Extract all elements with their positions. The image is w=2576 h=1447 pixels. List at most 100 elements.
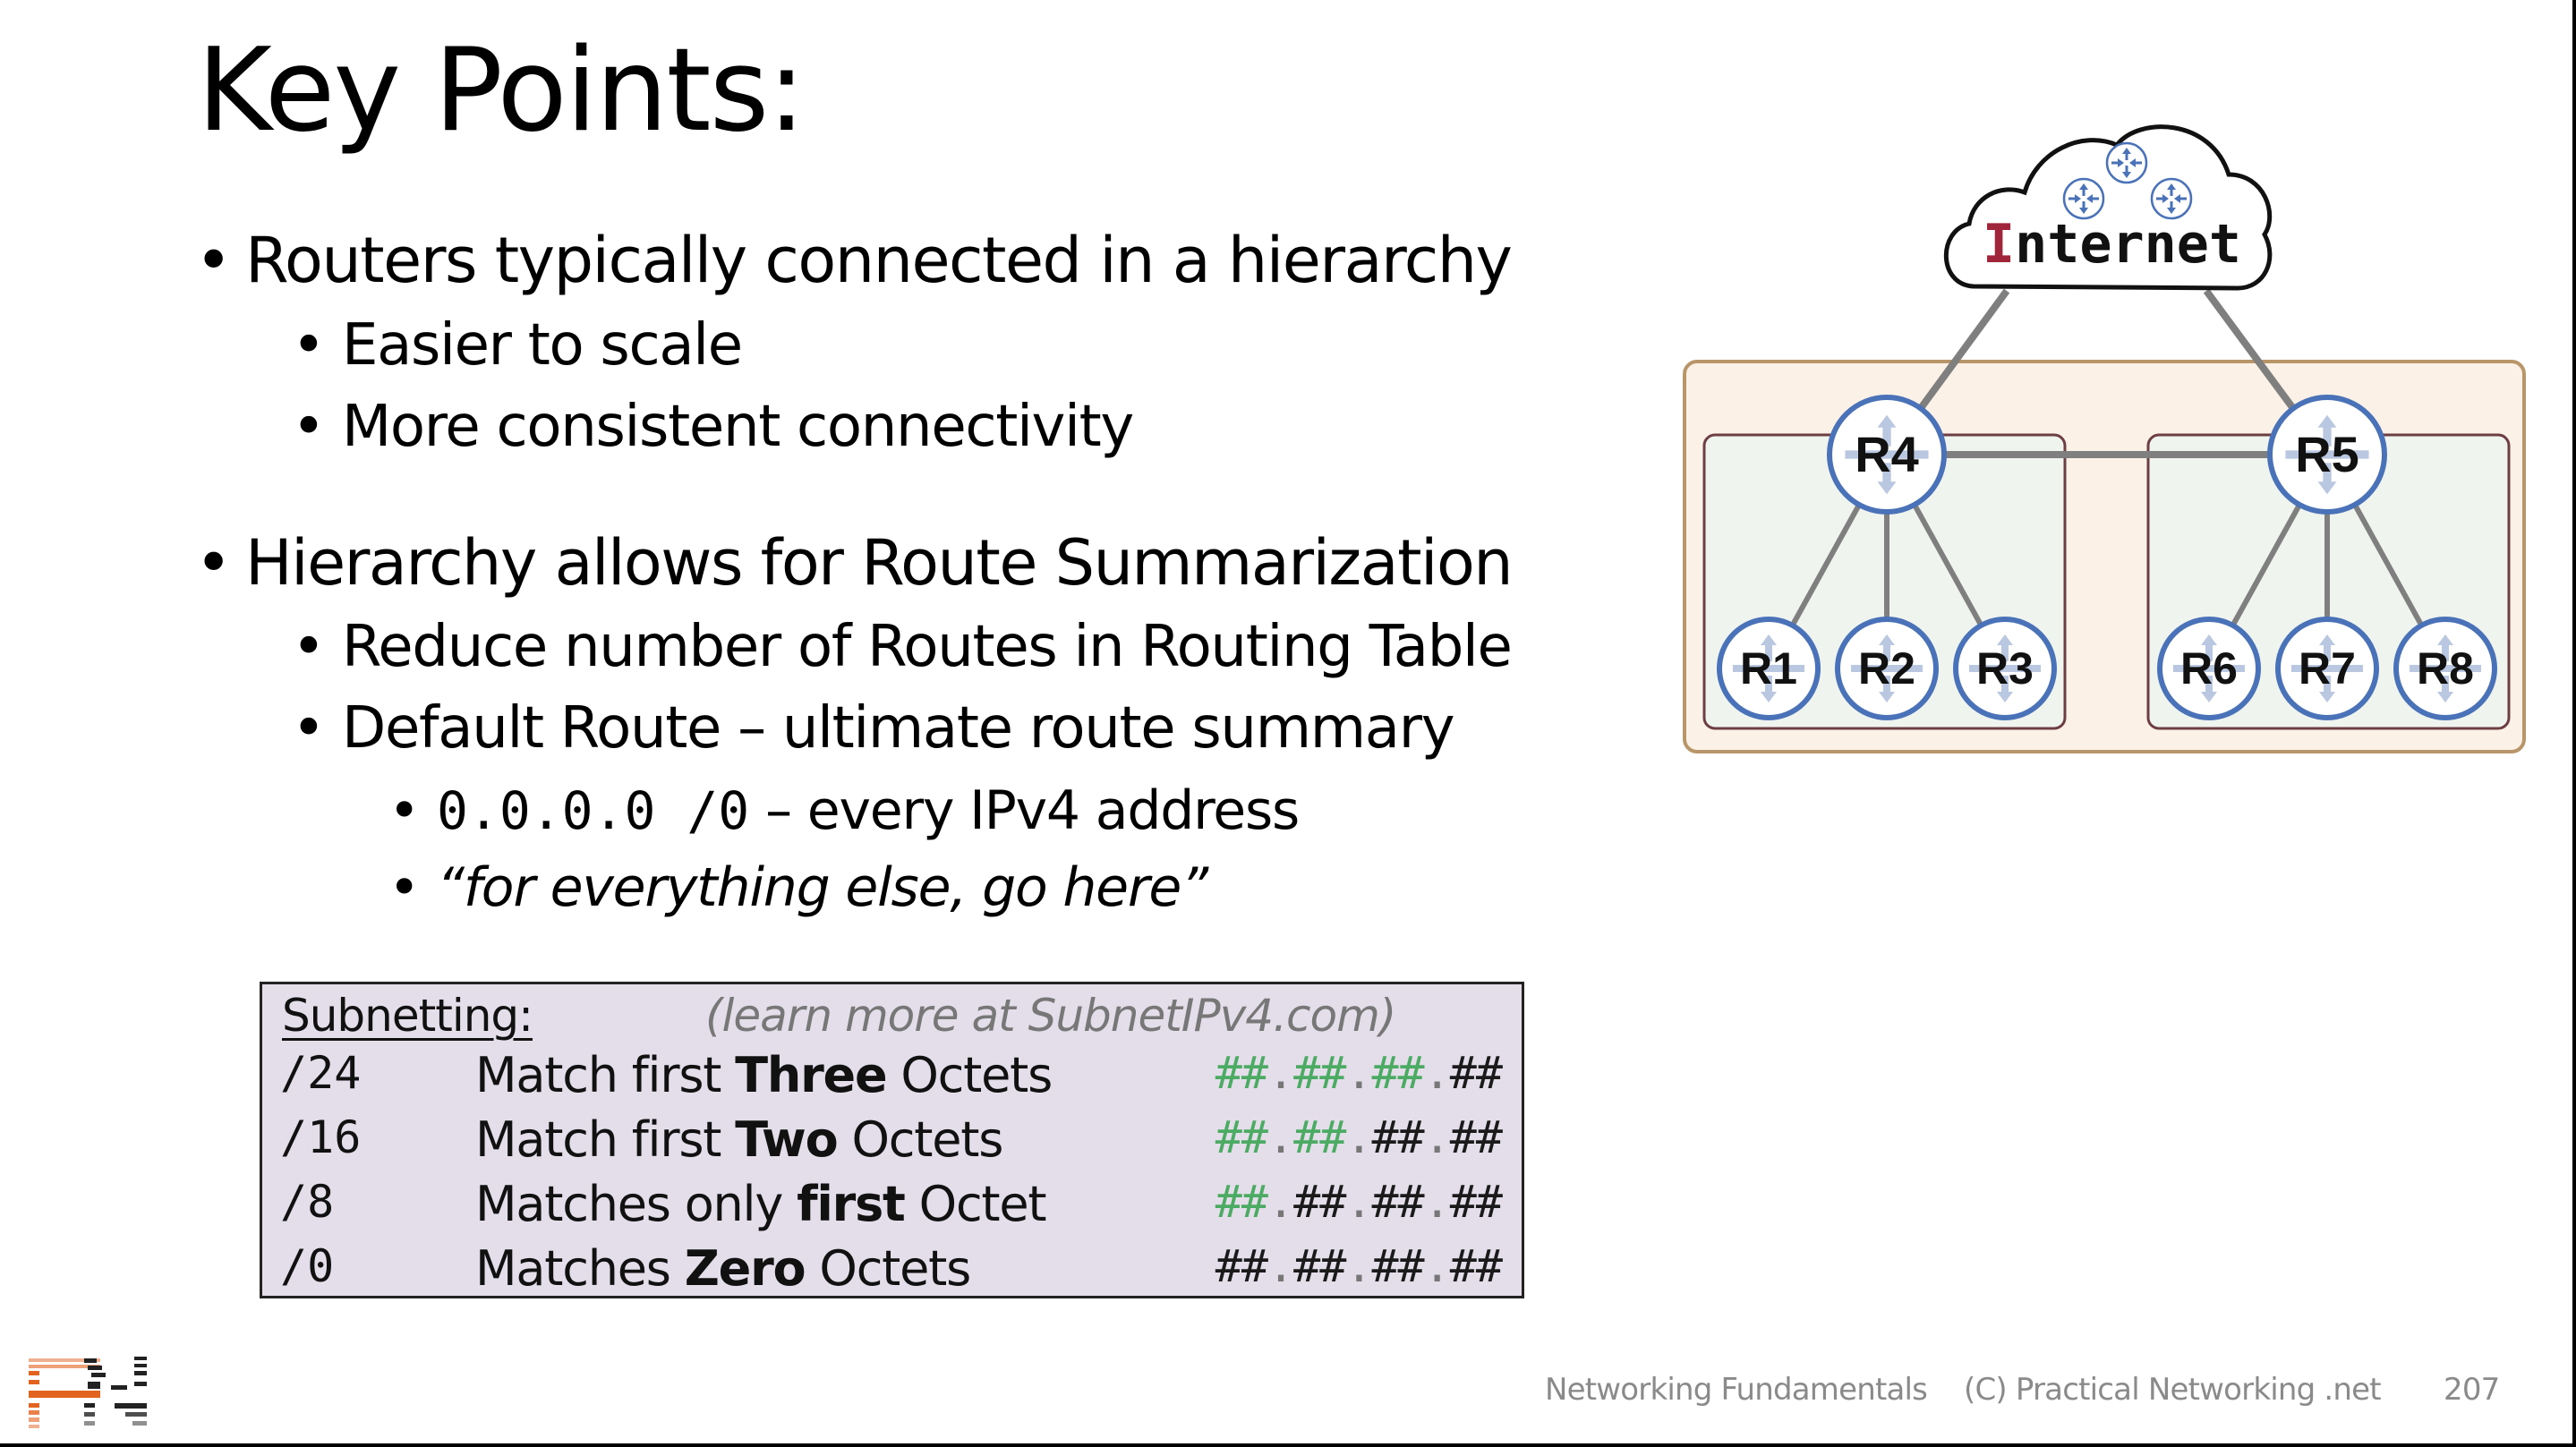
octet-pattern: ##.##.##.## bbox=[1215, 1111, 1503, 1163]
link-r5-r8 bbox=[2324, 453, 2448, 670]
router-arrows-icon bbox=[1969, 634, 2041, 702]
link-internet-r4 bbox=[1883, 288, 2010, 457]
cidr-prefix: /24 bbox=[280, 1047, 362, 1099]
router-label: R1 bbox=[1740, 643, 1797, 694]
octet-separator: . bbox=[1423, 1240, 1451, 1292]
octet-unmatched: ## bbox=[1371, 1240, 1424, 1292]
router-label: R5 bbox=[2295, 426, 2359, 482]
bullet-dot-icon: • bbox=[388, 856, 420, 919]
router-r2[interactable]: R2 bbox=[1835, 617, 1939, 720]
bullet-text: More consistent connectivity bbox=[342, 394, 1134, 460]
router-label: R6 bbox=[2180, 643, 2238, 694]
octet-unmatched: ## bbox=[1293, 1176, 1346, 1228]
bullet-item: • Hierarchy allows for Route Summarizati… bbox=[195, 526, 1514, 600]
router-r6[interactable]: R6 bbox=[2157, 617, 2261, 720]
bullet-text: Easier to scale bbox=[342, 312, 743, 379]
octet-pattern: ##.##.##.## bbox=[1215, 1240, 1503, 1292]
bullet-dot-icon: • bbox=[292, 614, 326, 680]
octet-unmatched: ## bbox=[1449, 1176, 1503, 1228]
bullet-item: • Easier to scale bbox=[292, 312, 743, 379]
octet-matched: ## bbox=[1371, 1047, 1424, 1099]
router-label: R2 bbox=[1858, 643, 1915, 694]
match-description: Matches Zero Octets bbox=[475, 1240, 971, 1297]
footer-copyright: (C) Practical Networking .net bbox=[1964, 1372, 2382, 1408]
router-icon bbox=[1717, 617, 1821, 720]
router-icon bbox=[2267, 395, 2387, 515]
footer-course-name: Networking Fundamentals bbox=[1545, 1372, 1928, 1408]
router-r5[interactable]: R5 bbox=[2267, 395, 2387, 515]
bullet-text: Hierarchy allows for Route Summarization bbox=[245, 526, 1514, 600]
router-r3[interactable]: R3 bbox=[1953, 617, 2057, 720]
router-r4[interactable]: R4 bbox=[1827, 395, 1947, 515]
svg-text:Internet: Internet bbox=[1983, 213, 2241, 276]
match-emphasis: Three bbox=[735, 1047, 887, 1103]
octet-separator: . bbox=[1345, 1047, 1372, 1099]
subnet-row: /24 Match first Three Octets ##.##.##.## bbox=[262, 1047, 1522, 1110]
cidr-prefix: /0 bbox=[280, 1240, 335, 1292]
octet-matched: ## bbox=[1293, 1111, 1346, 1163]
router-arrows-icon bbox=[1851, 634, 1923, 702]
octet-unmatched: ## bbox=[1371, 1111, 1424, 1163]
router-arrows-icon bbox=[2285, 414, 2369, 495]
bullet-text: Reduce number of Routes in Routing Table bbox=[342, 614, 1513, 680]
octet-separator: . bbox=[1345, 1176, 1372, 1228]
cidr-prefix: /16 bbox=[280, 1111, 362, 1163]
octet-unmatched: ## bbox=[1449, 1111, 1503, 1163]
match-emphasis: Zero bbox=[684, 1240, 806, 1297]
octet-separator: . bbox=[1423, 1176, 1451, 1228]
match-emphasis: Two bbox=[735, 1111, 839, 1168]
octet-matched: ## bbox=[1293, 1047, 1346, 1099]
internet-cloud: Internet bbox=[1943, 124, 2273, 291]
bullet-dot-icon: • bbox=[195, 526, 232, 600]
router-r8[interactable]: R8 bbox=[2393, 617, 2497, 720]
bullet-item: • 0.0.0.0 /0 – every IPv4 address bbox=[388, 784, 1300, 838]
octet-unmatched: ## bbox=[1449, 1240, 1503, 1292]
router-icon bbox=[2157, 617, 2261, 720]
subnet-row: /0 Matches Zero Octets ##.##.##.## bbox=[262, 1240, 1522, 1303]
router-arrows-icon bbox=[1733, 634, 1804, 702]
cloud-router-icon bbox=[2105, 141, 2148, 184]
router-r7[interactable]: R7 bbox=[2275, 617, 2379, 720]
router-icon bbox=[1835, 617, 1939, 720]
router-arrows-icon bbox=[1845, 414, 1929, 495]
octet-matched: ## bbox=[1215, 1111, 1268, 1163]
cidr-prefix: /8 bbox=[280, 1176, 335, 1228]
octet-unmatched: ## bbox=[1371, 1176, 1424, 1228]
bullet-dot-icon: • bbox=[292, 695, 326, 762]
router-icon bbox=[2393, 617, 2497, 720]
octet-separator: . bbox=[1267, 1111, 1294, 1163]
subnet-row: /8 Matches only first Octet ##.##.##.## bbox=[262, 1176, 1522, 1238]
octet-separator: . bbox=[1423, 1111, 1451, 1163]
octet-matched: ## bbox=[1215, 1176, 1268, 1228]
octet-pattern: ##.##.##.## bbox=[1215, 1047, 1503, 1099]
practical-networking-logo bbox=[29, 1357, 147, 1428]
bullet-dot-icon: • bbox=[292, 312, 326, 379]
octet-separator: . bbox=[1345, 1240, 1372, 1292]
router-label: R4 bbox=[1855, 426, 1919, 482]
cloud-shape bbox=[1943, 124, 2273, 291]
cloud-router-icon bbox=[2062, 177, 2105, 220]
slide-title: Key Points: bbox=[197, 24, 806, 157]
bullet-item: • Default Route – ultimate route summary bbox=[292, 695, 1455, 762]
link-r4-r1 bbox=[1766, 453, 1889, 670]
bullet-item: • Routers typically connected in a hiera… bbox=[195, 224, 1513, 297]
router-r1[interactable]: R1 bbox=[1717, 617, 1821, 720]
octet-matched: ## bbox=[1215, 1047, 1268, 1099]
match-description: Match first Three Octets bbox=[475, 1047, 1053, 1103]
link-r5-r6 bbox=[2206, 453, 2330, 670]
router-icon bbox=[2275, 617, 2379, 720]
router-label: R7 bbox=[2299, 643, 2356, 694]
octet-pattern: ##.##.##.## bbox=[1215, 1176, 1503, 1228]
octet-unmatched: ## bbox=[1215, 1240, 1268, 1292]
bullet-text: – every IPv4 address bbox=[749, 779, 1300, 842]
bullet-item: • More consistent connectivity bbox=[292, 398, 1134, 455]
link-r4-r3 bbox=[1884, 453, 2008, 670]
learn-more-note: (learn more at SubnetIPv4.com) bbox=[705, 990, 1396, 1042]
router-arrows-icon bbox=[2173, 634, 2245, 702]
octet-unmatched: ## bbox=[1449, 1047, 1503, 1099]
slide-page-number: 207 bbox=[2444, 1372, 2500, 1408]
bullet-text: “for everything else, go here” bbox=[437, 856, 1208, 919]
octet-separator: . bbox=[1345, 1111, 1372, 1163]
bullet-dot-icon: • bbox=[195, 224, 232, 297]
bullet-item: • Reduce number of Routes in Routing Tab… bbox=[292, 614, 1513, 680]
